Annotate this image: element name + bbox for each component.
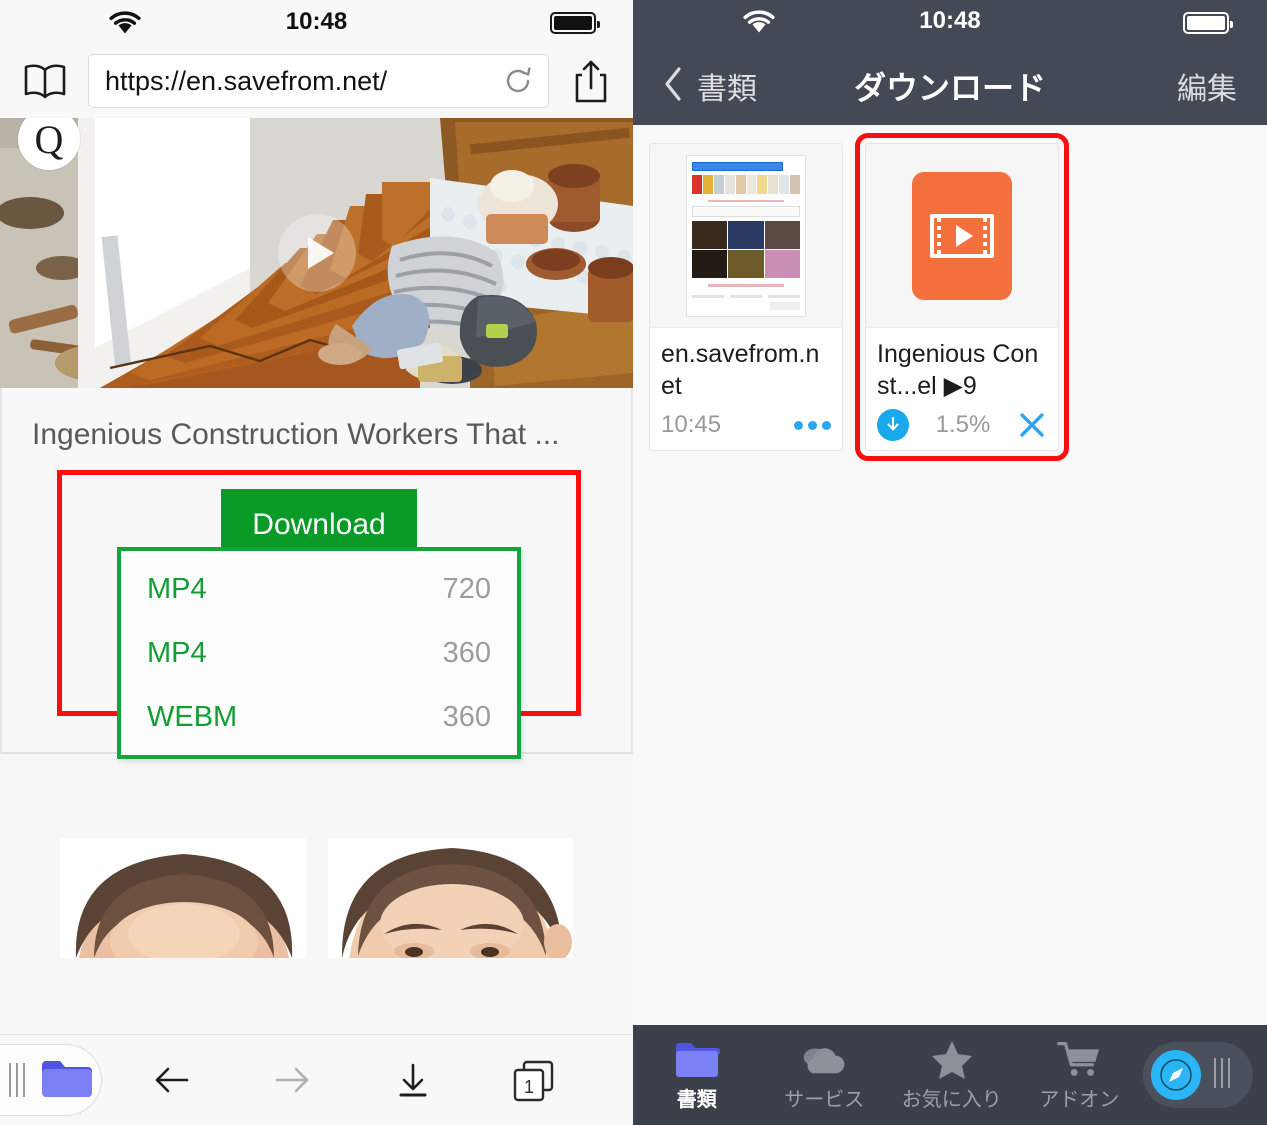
file-grid: en.savefrom.net 10:45 Ingenious Const...…	[633, 125, 1267, 461]
format-row[interactable]: MP4 720	[121, 557, 517, 621]
tab-favorites[interactable]: お気に入り	[888, 1039, 1016, 1112]
file-card-webpage[interactable]: en.savefrom.net 10:45	[649, 143, 843, 451]
video-title: Ingenious Construction Workers That ...	[32, 418, 560, 451]
format-name: MP4	[147, 636, 207, 669]
file-thumbnail	[866, 144, 1058, 328]
format-name: WEBM	[147, 700, 238, 733]
tab-label: 書類	[676, 1088, 717, 1111]
back-label: 書類	[697, 73, 757, 106]
right-panel-documents-app: 10:48 書類 ダウンロード 編集 en.savefrom.net 10:45…	[633, 0, 1267, 1125]
download-highlight-box: Download MP4 720 MP4 360 WEBM 360	[57, 470, 581, 759]
format-quality: 360	[442, 636, 491, 669]
tab-services[interactable]: サービス	[761, 1039, 889, 1112]
browser-bottom-toolbar: 1	[0, 1034, 633, 1125]
tabs-icon[interactable]: 1	[510, 1057, 556, 1103]
preview-footer-links	[692, 294, 800, 298]
download-progress: 1.5%	[935, 411, 991, 438]
preview-caption-2	[708, 284, 784, 287]
tab-label: お気に入り	[901, 1088, 1002, 1111]
preview-input-line	[692, 206, 800, 217]
browser-nav-buttons: 1	[102, 1057, 633, 1103]
left-panel-safari-browser: 10:48 https://en.savefrom.net/ Q Ingenio…	[0, 0, 633, 1125]
file-name: en.savefrom.net	[661, 340, 820, 400]
url-input[interactable]: https://en.savefrom.net/	[88, 54, 549, 108]
film-strip-play-icon	[930, 213, 994, 258]
battery-full-icon	[1183, 12, 1233, 34]
documents-return-pill[interactable]	[0, 1044, 102, 1116]
close-x-icon[interactable]	[1017, 410, 1047, 440]
arrow-left-icon[interactable]	[149, 1057, 195, 1103]
file-name: Ingenious Const...el ▶9	[877, 340, 1039, 400]
format-list: MP4 720 MP4 360 WEBM 360	[117, 547, 521, 759]
ad-image-before[interactable]	[60, 838, 306, 958]
format-quality: 360	[442, 700, 491, 733]
tab-count: 1	[524, 1077, 534, 1097]
documents-navbar: 書類 ダウンロード 編集	[633, 50, 1267, 122]
edit-button[interactable]: 編集	[1177, 64, 1237, 108]
webpage-preview	[686, 154, 806, 317]
book-icon[interactable]	[22, 62, 68, 100]
ad-images-row	[0, 838, 633, 958]
file-download-meta: 1.5%	[877, 408, 1047, 442]
format-quality: 720	[442, 572, 491, 605]
preview-photo-grid	[692, 220, 800, 279]
url-text: https://en.savefrom.net/	[105, 65, 388, 96]
preview-thumb-strip	[692, 175, 801, 194]
reload-icon[interactable]	[502, 65, 534, 97]
file-card-body: en.savefrom.net 10:45	[650, 328, 842, 450]
tab-label: アドオン	[1039, 1088, 1120, 1111]
left-status-time: 10:48	[285, 8, 348, 35]
ad-image-after[interactable]	[327, 838, 573, 958]
tab-addons[interactable]: アドオン	[1016, 1039, 1144, 1112]
folder-icon[interactable]	[40, 1057, 94, 1104]
format-name: MP4	[147, 572, 207, 605]
file-card-body: Ingenious Const...el ▶9 1.5%	[866, 328, 1058, 450]
back-button[interactable]: 書類	[663, 64, 757, 108]
tab-label: サービス	[784, 1088, 865, 1111]
preview-search-bar	[692, 161, 783, 172]
safari-compass-icon	[1151, 1050, 1201, 1100]
right-status-time: 10:48	[919, 7, 981, 34]
battery-full-icon	[550, 12, 600, 34]
file-time: 10:45	[661, 411, 722, 438]
documents-tabbar: 書類 サービス お気に入り アドオン	[633, 1025, 1267, 1125]
video-file-icon	[912, 171, 1012, 300]
savefrom-result-card: Ingenious Construction Workers That ... …	[0, 388, 633, 759]
chevron-left-icon	[663, 66, 683, 107]
folder-icon	[674, 1039, 720, 1079]
video-thumbnail[interactable]: Q	[0, 118, 633, 388]
cloud-icon	[801, 1039, 847, 1079]
file-thumbnail	[650, 144, 842, 328]
safari-browser-button[interactable]	[1143, 1042, 1253, 1108]
tab-documents[interactable]: 書類	[633, 1039, 761, 1112]
file-meta: 10:45	[661, 408, 831, 442]
grip-handle-icon	[1211, 1056, 1233, 1094]
play-icon[interactable]	[277, 214, 356, 292]
preview-caption	[708, 199, 784, 203]
format-row[interactable]: WEBM 360	[121, 685, 517, 749]
grip-handle-icon	[6, 1061, 28, 1099]
arrow-right-icon[interactable]	[269, 1057, 315, 1103]
file-card-video-download[interactable]: Ingenious Const...el ▶9 1.5%	[855, 133, 1069, 461]
documents-header: 10:48 書類 ダウンロード 編集	[633, 0, 1267, 125]
preview-signature	[770, 301, 800, 310]
format-row[interactable]: MP4 360	[121, 621, 517, 685]
screenshot-root: 10:48 https://en.savefrom.net/ Q Ingenio…	[0, 0, 1267, 1125]
download-circle-icon[interactable]	[877, 409, 909, 441]
more-dots-icon[interactable]	[794, 420, 831, 430]
cart-icon	[1056, 1039, 1102, 1079]
left-status-bar: 10:48	[0, 0, 633, 44]
star-icon	[929, 1039, 975, 1079]
browser-url-bar: https://en.savefrom.net/	[0, 44, 633, 118]
share-icon[interactable]	[571, 58, 611, 104]
download-arrow-icon[interactable]	[390, 1057, 436, 1103]
